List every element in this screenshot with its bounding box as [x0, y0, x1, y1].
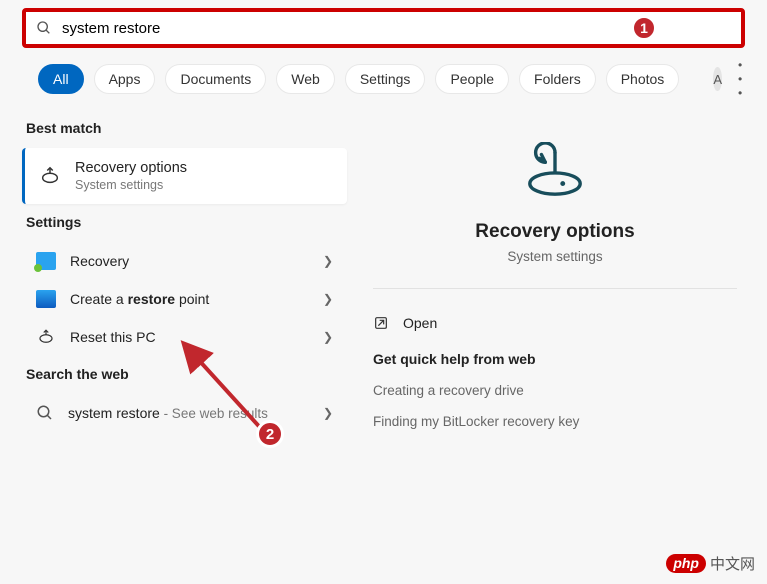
search-web-heading: Search the web — [26, 366, 347, 382]
web-search-item[interactable]: system restore - See web results ❯ — [22, 394, 347, 432]
chevron-right-icon: ❯ — [323, 254, 333, 268]
settings-item-label: Recovery — [70, 253, 129, 269]
filter-chip-documents[interactable]: Documents — [165, 64, 266, 94]
chevron-right-icon: ❯ — [323, 330, 333, 344]
filter-chip-photos[interactable]: Photos — [606, 64, 680, 94]
preview-subtitle: System settings — [365, 249, 745, 264]
open-action[interactable]: Open — [365, 313, 745, 333]
recovery-hero-icon — [524, 142, 586, 198]
watermark-text: 中文网 — [710, 553, 755, 574]
search-icon — [36, 20, 52, 36]
best-match-title: Recovery options — [75, 160, 187, 176]
settings-item-reset-pc[interactable]: Reset this PC ❯ — [22, 318, 347, 356]
open-icon — [373, 315, 389, 331]
settings-heading: Settings — [26, 214, 347, 230]
best-match-result[interactable]: Recovery options System settings — [22, 148, 347, 204]
preview-hero: Recovery options System settings — [365, 124, 745, 264]
search-input[interactable] — [62, 20, 731, 37]
recovery-icon — [39, 165, 61, 187]
chevron-right-icon: ❯ — [323, 292, 333, 306]
open-label: Open — [403, 315, 437, 331]
best-match-subtitle: System settings — [75, 178, 187, 192]
reset-pc-icon — [36, 328, 56, 346]
filter-chip-apps[interactable]: Apps — [94, 64, 156, 94]
search-bar[interactable]: 1 — [22, 8, 745, 48]
watermark-pill: php — [666, 554, 706, 573]
avatar[interactable]: A — [713, 67, 722, 91]
settings-item-restore-point[interactable]: Create a restore point ❯ — [22, 280, 347, 318]
help-link[interactable]: Creating a recovery drive — [365, 375, 745, 406]
more-menu-icon[interactable]: • • • — [732, 58, 750, 100]
monitor-restore-icon — [36, 290, 56, 308]
settings-item-label: Create a restore point — [70, 291, 209, 307]
filter-chip-web[interactable]: Web — [276, 64, 335, 94]
preview-title: Recovery options — [365, 221, 745, 243]
filter-row: All Apps Documents Web Settings People F… — [0, 48, 767, 110]
best-match-heading: Best match — [26, 120, 347, 136]
annotation-badge-1: 1 — [632, 16, 656, 40]
watermark: php 中文网 — [666, 553, 755, 574]
monitor-recovery-icon — [36, 252, 56, 270]
results-column: Best match Recovery options System setti… — [22, 110, 347, 437]
filter-chip-people[interactable]: People — [435, 64, 509, 94]
separator — [373, 288, 737, 289]
preview-column: Recovery options System settings Open Ge… — [365, 110, 745, 437]
quick-help-heading: Get quick help from web — [365, 333, 745, 375]
chevron-right-icon: ❯ — [323, 406, 333, 420]
web-search-label: system restore - See web results — [68, 405, 268, 421]
filter-chip-settings[interactable]: Settings — [345, 64, 426, 94]
settings-item-recovery[interactable]: Recovery ❯ — [22, 242, 347, 280]
filter-chip-folders[interactable]: Folders — [519, 64, 596, 94]
settings-item-label: Reset this PC — [70, 329, 156, 345]
filter-chip-all[interactable]: All — [38, 64, 84, 94]
help-link[interactable]: Finding my BitLocker recovery key — [365, 406, 745, 437]
search-icon — [36, 404, 54, 422]
